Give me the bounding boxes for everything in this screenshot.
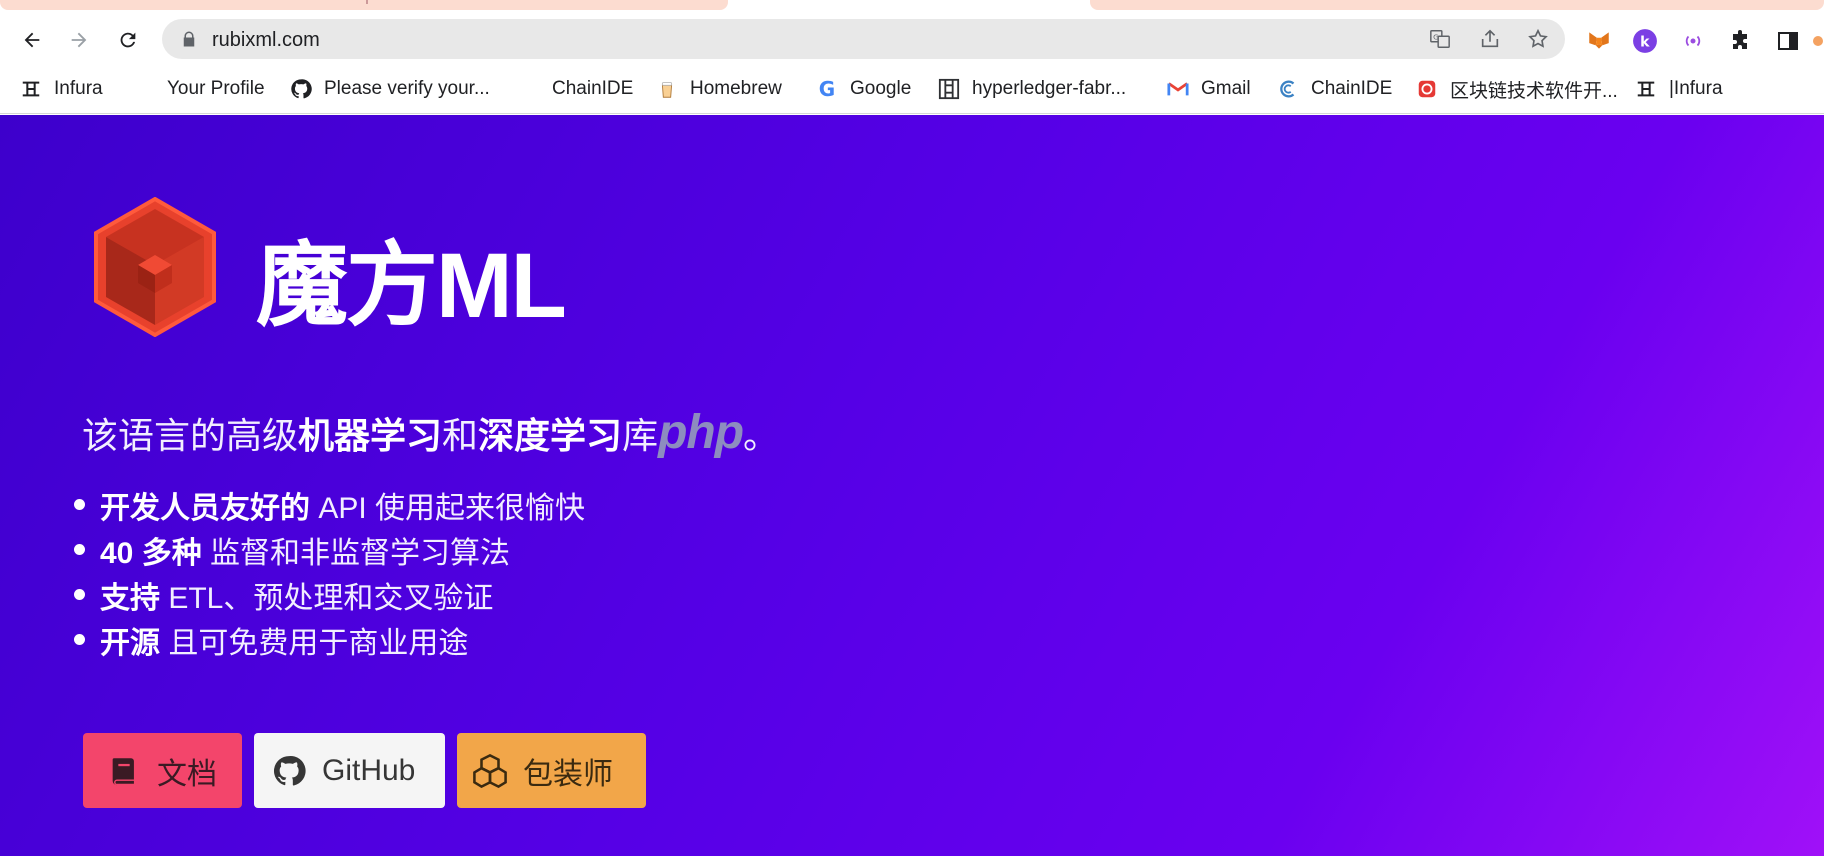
broadcast-extension-icon[interactable] xyxy=(1680,28,1706,54)
packagist-button[interactable]: 包装师 xyxy=(457,733,646,808)
bookmark-hyperledger[interactable]: hyperledger-fabr... xyxy=(938,76,1126,102)
bookmark-google[interactable]: G Google xyxy=(816,76,912,102)
back-arrow-icon xyxy=(24,32,40,48)
share-icon[interactable] xyxy=(1479,28,1501,50)
feature-item: 40 多种 监督和非监督学习算法 xyxy=(70,528,585,573)
chainide-c-icon xyxy=(1277,78,1299,100)
translate-icon[interactable]: G xyxy=(1429,28,1451,50)
github-button[interactable]: GitHub xyxy=(254,733,445,808)
infura-icon xyxy=(20,78,42,100)
svg-text:k: k xyxy=(1640,34,1650,50)
chainide-icon xyxy=(518,78,540,100)
browser-tab[interactable] xyxy=(0,0,728,10)
reload-button[interactable] xyxy=(112,24,144,56)
url-text[interactable]: rubixml.com xyxy=(212,29,320,52)
browser-toolbar: rubixml.com G k xyxy=(0,12,1824,66)
extensions-puzzle-icon[interactable] xyxy=(1728,28,1754,54)
side-panel-icon[interactable] xyxy=(1775,28,1801,54)
bookmark-your-profile[interactable]: Your Profile xyxy=(133,76,265,102)
metamask-extension-icon[interactable] xyxy=(1586,28,1612,54)
php-logo: php xyxy=(658,406,744,459)
forward-arrow-icon xyxy=(71,32,87,48)
svg-text:G: G xyxy=(1433,32,1439,41)
address-bar[interactable]: rubixml.com G xyxy=(162,19,1565,59)
bookmarks-bar: Infura Your Profile Please verify your..… xyxy=(0,66,1824,114)
book-icon xyxy=(107,754,141,788)
tab-strip xyxy=(0,0,1824,12)
tagline: 该语言的高级机器学习和深度学习库php。 xyxy=(82,406,780,459)
profile-icon xyxy=(133,78,155,100)
back-button[interactable] xyxy=(16,24,48,56)
browser-tab[interactable] xyxy=(1090,0,1824,10)
bookmark-infura[interactable]: Infura xyxy=(20,76,103,102)
feature-item: 开源 且可免费用于商业用途 xyxy=(70,618,585,663)
feature-list: 开发人员友好的 API 使用起来很愉快 40 多种 监督和非监督学习算法 支持 … xyxy=(70,483,585,663)
profile-avatar-icon[interactable] xyxy=(1812,28,1824,54)
feature-item: 支持 ETL、预处理和交叉验证 xyxy=(70,573,585,618)
feature-item: 开发人员友好的 API 使用起来很愉快 xyxy=(70,483,585,528)
hyperledger-icon xyxy=(938,78,960,100)
bookmark-please-verify[interactable]: Please verify your... xyxy=(290,76,490,102)
hero-section: 魔方ML 该语言的高级机器学习和深度学习库php。 开发人员友好的 API 使用… xyxy=(0,115,1824,856)
bookmark-blockchain[interactable]: 区块链技术软件开... xyxy=(1416,76,1618,102)
forward-button[interactable] xyxy=(63,24,95,56)
bookmark-star-icon[interactable] xyxy=(1527,28,1549,50)
cubes-icon xyxy=(473,753,507,788)
brand-title: 魔方ML xyxy=(256,235,567,337)
google-icon: G xyxy=(818,77,836,101)
lock-icon xyxy=(183,31,195,47)
rubix-cube-logo-icon xyxy=(94,197,216,337)
docs-button[interactable]: 文档 xyxy=(83,733,242,808)
bookmark-gmail[interactable]: Gmail xyxy=(1167,76,1251,102)
infura-icon xyxy=(1635,78,1657,100)
bookmark-chainide[interactable]: ChainIDE xyxy=(518,76,633,102)
bookmark-homebrew[interactable]: Homebrew xyxy=(656,76,782,102)
reload-icon xyxy=(120,32,136,48)
bookmark-chainide-2[interactable]: ChainIDE xyxy=(1277,76,1392,102)
homebrew-icon xyxy=(656,78,678,100)
gmail-icon xyxy=(1167,78,1189,100)
bookmark-infura-2[interactable]: |Infura xyxy=(1635,76,1723,102)
blockchain-icon xyxy=(1416,78,1438,100)
github-icon xyxy=(290,78,312,100)
github-icon xyxy=(272,754,306,788)
k-extension-icon[interactable]: k xyxy=(1632,28,1658,54)
